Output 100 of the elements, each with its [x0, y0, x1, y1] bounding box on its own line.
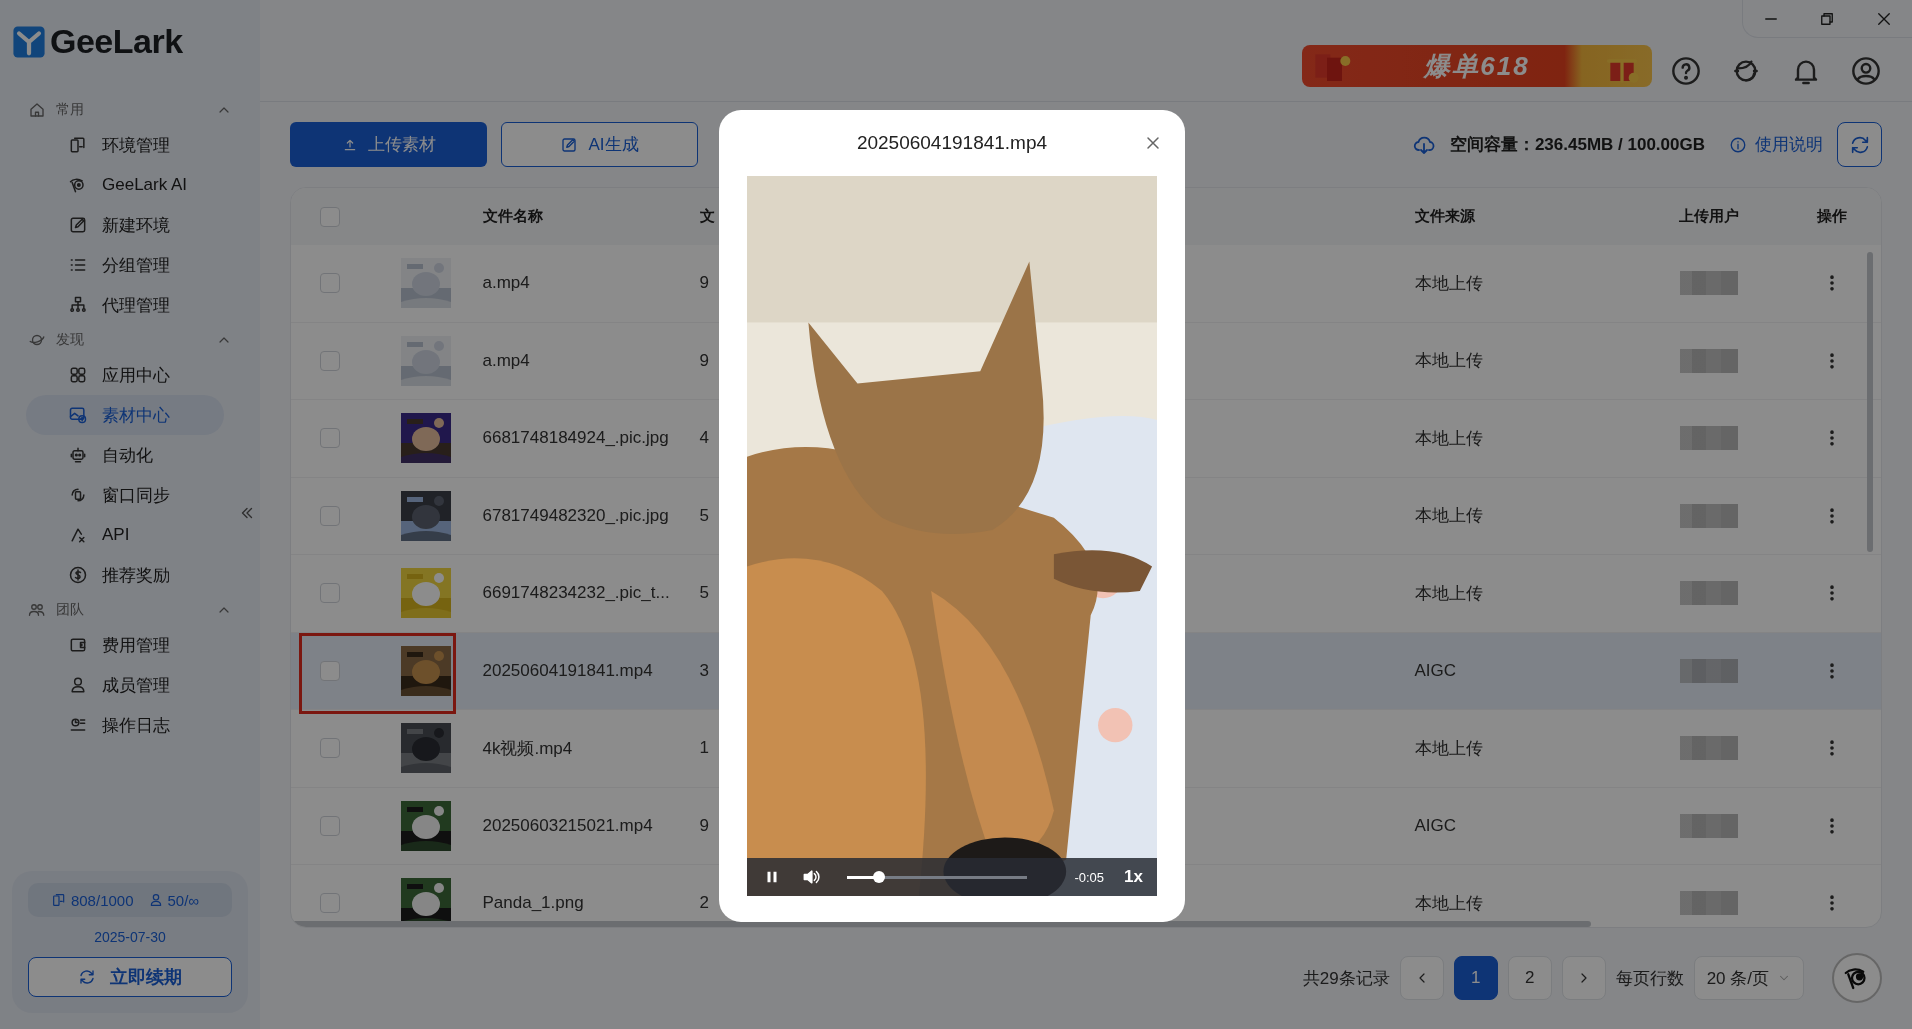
file-source: 本地上传: [1414, 892, 1483, 915]
file-name: Panda_1.png: [482, 893, 584, 914]
edit-icon: [68, 215, 88, 235]
storage-usage: 空间容量：236.45MB / 100.00GB: [1449, 134, 1705, 156]
file-name: 6781749482320_.pic.jpg: [482, 505, 669, 526]
checkbox[interactable]: [320, 505, 341, 526]
help-link[interactable]: 使用说明: [1729, 133, 1823, 156]
home-icon: [28, 101, 46, 119]
ai-generate-button[interactable]: AI生成: [501, 122, 698, 167]
sidebar-item[interactable]: 推荐奖励: [26, 555, 224, 595]
promo-banner[interactable]: 爆单618: [1302, 45, 1652, 87]
file-name: 20250603215021.mp4: [482, 815, 653, 836]
team-icon: [28, 601, 46, 619]
page-button[interactable]: 1: [1453, 956, 1498, 1000]
file-name: 6691748234232_.pic_t...: [482, 583, 670, 604]
checkbox[interactable]: [320, 583, 341, 604]
table-cell: 3: [699, 660, 709, 681]
sidebar-item[interactable]: 环境管理: [26, 125, 224, 165]
sidebar-item[interactable]: GeeLark AI: [26, 165, 224, 205]
file-source: 本地上传: [1414, 350, 1483, 373]
checkbox[interactable]: [320, 350, 341, 371]
sidebar-item[interactable]: 分组管理: [26, 245, 224, 285]
section-header[interactable]: 发现: [56, 331, 206, 349]
logo-icon: [12, 24, 46, 59]
column-header[interactable]: 上传用户: [1679, 207, 1740, 226]
sidebar-item[interactable]: 成员管理: [26, 665, 224, 705]
file-name: 20250604191841.mp4: [482, 660, 653, 681]
checkbox[interactable]: [320, 738, 341, 759]
assistant-button[interactable]: [1832, 953, 1882, 1003]
file-name: 4k视频.mp4: [482, 737, 573, 760]
vertical-scrollbar[interactable]: [1867, 252, 1873, 552]
column-header[interactable]: 文: [699, 207, 715, 226]
person-icon: [68, 675, 88, 695]
column-header[interactable]: 文件名称: [482, 207, 543, 226]
robot-icon: [68, 445, 88, 465]
expiry-date: 2025-07-30: [93, 929, 167, 945]
sidebar-item[interactable]: 窗口同步: [26, 475, 224, 515]
playback-speed-button[interactable]: 1x: [1124, 867, 1143, 887]
file-name: 6681748184924_.pic.jpg: [482, 428, 669, 449]
section-header[interactable]: 常用: [56, 101, 206, 119]
dialog-title: 20250604191841.mp4: [856, 132, 1048, 154]
progress-handle[interactable]: [873, 870, 886, 883]
table-cell: 4: [699, 428, 709, 449]
dollar-icon: [68, 565, 88, 585]
sidebar-item[interactable]: 代理管理: [26, 285, 224, 325]
sidebar-item[interactable]: 操作日志: [26, 705, 224, 745]
page-button[interactable]: 2: [1507, 956, 1552, 1000]
file-source: 本地上传: [1414, 737, 1483, 760]
table-cell: 1: [699, 738, 709, 759]
table-cell: 5: [699, 505, 709, 526]
page-size-label: 每页行数: [1615, 967, 1684, 990]
checkbox[interactable]: [320, 893, 341, 914]
checkbox[interactable]: [320, 428, 341, 449]
table-cell: 9: [699, 815, 709, 836]
sidebar-item[interactable]: 费用管理: [26, 625, 224, 665]
table-cell: 9: [699, 273, 709, 294]
wallet-icon: [68, 635, 88, 655]
file-source: 本地上传: [1414, 505, 1483, 528]
page-size-select[interactable]: 20 条/页: [1693, 956, 1804, 1000]
section-header[interactable]: 团队: [56, 601, 206, 619]
devices-icon: [68, 135, 88, 155]
grid-icon: [68, 365, 88, 385]
file-source: AIGC: [1414, 815, 1457, 836]
device-count: 808/1000: [70, 891, 134, 909]
file-source: AIGC: [1414, 660, 1457, 681]
app-logo-text: GeeLark: [50, 22, 183, 61]
image-upload-icon: [68, 405, 88, 425]
refresh-button[interactable]: [1837, 122, 1882, 167]
checkbox[interactable]: [320, 273, 341, 294]
sidebar-item[interactable]: 应用中心: [26, 355, 224, 395]
file-source: 本地上传: [1414, 272, 1483, 295]
user-icon[interactable]: [1850, 55, 1882, 87]
sidebar-item[interactable]: 素材中心: [26, 395, 224, 435]
file-source: 本地上传: [1414, 582, 1483, 605]
table-cell: 5: [699, 583, 709, 604]
table-cell: 2: [699, 893, 709, 914]
sidebar-item[interactable]: API: [26, 515, 224, 555]
sidebar-item[interactable]: 自动化: [26, 435, 224, 475]
refresh-icon: [78, 968, 96, 986]
file-source: 本地上传: [1414, 427, 1483, 450]
checkbox[interactable]: [320, 815, 341, 836]
sidebar-item[interactable]: 新建环境: [26, 205, 224, 245]
edit-icon: [560, 135, 579, 154]
table-cell: 9: [699, 350, 709, 371]
network-icon: [68, 295, 88, 315]
time-remaining: -0:05: [1074, 869, 1105, 885]
record-count: 共29条记录: [1302, 967, 1390, 990]
column-header[interactable]: 文件来源: [1414, 207, 1475, 226]
column-header[interactable]: 操作: [1816, 207, 1847, 226]
promo-text: 爆单618: [1424, 49, 1530, 83]
checkbox[interactable]: [320, 206, 341, 227]
renew-button[interactable]: 立即续期: [28, 957, 232, 997]
checkbox[interactable]: [320, 660, 341, 681]
file-name: a.mp4: [482, 273, 530, 294]
info-icon: [1729, 135, 1747, 154]
upload-button[interactable]: 上传素材: [290, 122, 487, 167]
help-icon[interactable]: [1670, 55, 1702, 87]
devices-icon: [50, 892, 67, 908]
member-count: 50/∞: [167, 891, 200, 909]
file-name: a.mp4: [482, 350, 530, 371]
